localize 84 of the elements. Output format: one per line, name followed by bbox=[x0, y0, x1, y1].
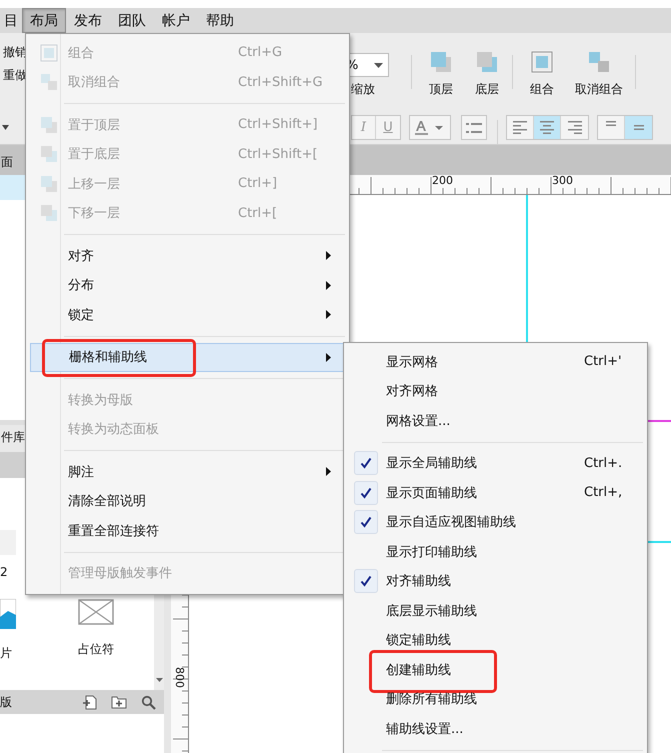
menu-bar-item[interactable]: 布局 bbox=[22, 8, 66, 33]
ruler-label: 200 bbox=[432, 175, 453, 187]
menu-item[interactable]: 清除全部说明 bbox=[29, 486, 346, 516]
align-button[interactable] bbox=[534, 116, 561, 139]
vertical-align-button[interactable] bbox=[625, 116, 652, 139]
submenu-arrow-icon bbox=[326, 280, 331, 290]
menu-bar-item[interactable]: 发布 bbox=[66, 8, 110, 33]
font-color-dropdown[interactable] bbox=[409, 115, 451, 140]
shortcut-label: Ctrl+[ bbox=[238, 206, 278, 221]
layers-icon bbox=[474, 49, 500, 75]
shortcut-label: Ctrl+Shift+] bbox=[238, 117, 318, 132]
back-button[interactable]: 底层 bbox=[466, 33, 508, 98]
shortcut-label: Ctrl+G bbox=[238, 45, 282, 60]
image-widget-icon[interactable] bbox=[0, 599, 16, 629]
front-button[interactable]: 顶层 bbox=[420, 33, 462, 98]
menu-item[interactable]: 辅助线设置... bbox=[347, 714, 644, 744]
menu-item[interactable]: 重置全部连接符 bbox=[29, 516, 346, 546]
menu-item[interactable]: 脚注 bbox=[29, 457, 346, 486]
menu-item[interactable]: 对齐 bbox=[29, 241, 346, 270]
submenu-arrow-icon bbox=[326, 310, 331, 320]
menu-bar-item[interactable]: 团队 bbox=[110, 8, 154, 33]
group-icon bbox=[40, 44, 58, 62]
align-button[interactable] bbox=[507, 116, 534, 139]
layers-icon bbox=[40, 116, 58, 134]
scroll-down-icon[interactable] bbox=[156, 678, 163, 682]
menu-item[interactable]: 栅格和辅助线 bbox=[30, 342, 346, 372]
menu-item[interactable]: 显示自适应视图辅助线 bbox=[347, 508, 644, 537]
menu-item[interactable]: 显示打印辅助线 bbox=[347, 537, 644, 566]
vertical-align-button[interactable] bbox=[598, 116, 625, 139]
align-icon bbox=[513, 121, 527, 134]
shortcut-label: Ctrl+, bbox=[584, 485, 622, 500]
caret-icon bbox=[374, 62, 383, 68]
layers-icon bbox=[40, 145, 58, 164]
align-icon bbox=[540, 121, 554, 134]
menu-item[interactable]: 对齐辅助线 bbox=[347, 566, 644, 596]
layers-icon bbox=[40, 204, 58, 222]
menu-item[interactable]: 底层显示辅助线 bbox=[347, 596, 644, 626]
menu-item[interactable]: 网格设置... bbox=[347, 406, 644, 436]
layers-icon bbox=[428, 49, 454, 75]
shortcut-label: Ctrl+] bbox=[238, 176, 278, 192]
menu-item[interactable]: 删除所有辅助线 bbox=[347, 684, 644, 714]
submenu-arrow-icon bbox=[326, 251, 331, 260]
shortcut-label: Ctrl+. bbox=[584, 456, 622, 471]
add-page-icon[interactable] bbox=[82, 694, 98, 710]
menu-item[interactable]: 显示全局辅助线 Ctrl+. bbox=[347, 448, 644, 478]
menu-item[interactable]: 对齐网格 bbox=[347, 376, 644, 406]
shortcut-label: Ctrl+Shift+G bbox=[238, 74, 323, 90]
menu-item[interactable]: 创建辅助线 bbox=[347, 655, 644, 684]
menu-bar-item[interactable]: 帮助 bbox=[198, 8, 242, 33]
submenu-arrow-icon bbox=[326, 352, 331, 362]
menu-bar-item[interactable]: 帐户 bbox=[154, 8, 198, 33]
align-icon bbox=[568, 121, 582, 134]
add-folder-icon[interactable] bbox=[111, 695, 128, 709]
masters-tab[interactable]: 版 bbox=[0, 694, 12, 710]
pages-tab[interactable]: 面 bbox=[1, 154, 13, 171]
align-button[interactable] bbox=[561, 116, 588, 139]
vertical-align-icon bbox=[606, 121, 616, 126]
ungroup-icon bbox=[40, 73, 58, 92]
ungroup-icon bbox=[586, 49, 612, 75]
submenu-arrow-icon bbox=[326, 467, 331, 476]
layers-icon bbox=[40, 174, 58, 193]
placeholder-widget-icon[interactable] bbox=[78, 599, 114, 625]
vertical-align-icon bbox=[634, 125, 644, 130]
shortcut-label: Ctrl+Shift+[ bbox=[238, 146, 318, 162]
widget-label: 占位符 bbox=[78, 641, 114, 658]
menu-item[interactable]: 分布 bbox=[29, 270, 346, 300]
zoom-label: 缩放 bbox=[351, 81, 375, 98]
library-item[interactable]: 2 bbox=[0, 565, 8, 579]
caret-icon[interactable] bbox=[2, 125, 9, 130]
ruler-label: 800 bbox=[173, 667, 185, 688]
menu-bar-item[interactable]: 目 bbox=[0, 8, 22, 33]
group-icon bbox=[529, 49, 555, 75]
shortcut-label: Ctrl+' bbox=[584, 354, 622, 370]
list-icon bbox=[466, 122, 482, 134]
group-button[interactable]: 组合 bbox=[521, 33, 563, 98]
menu-item[interactable]: 锁定辅助线 bbox=[347, 626, 644, 655]
list-button[interactable] bbox=[461, 115, 487, 140]
widget-label: 片 bbox=[0, 645, 12, 662]
ungroup-button[interactable]: 取消组合 bbox=[567, 33, 631, 98]
menu-item[interactable]: 显示网格 Ctrl+' bbox=[347, 347, 644, 376]
menu-item[interactable]: 锁定 bbox=[29, 300, 346, 330]
menu-item[interactable]: 显示页面辅助线 Ctrl+, bbox=[347, 478, 644, 508]
search-icon[interactable] bbox=[141, 694, 156, 710]
ruler-label: 300 bbox=[552, 175, 573, 187]
